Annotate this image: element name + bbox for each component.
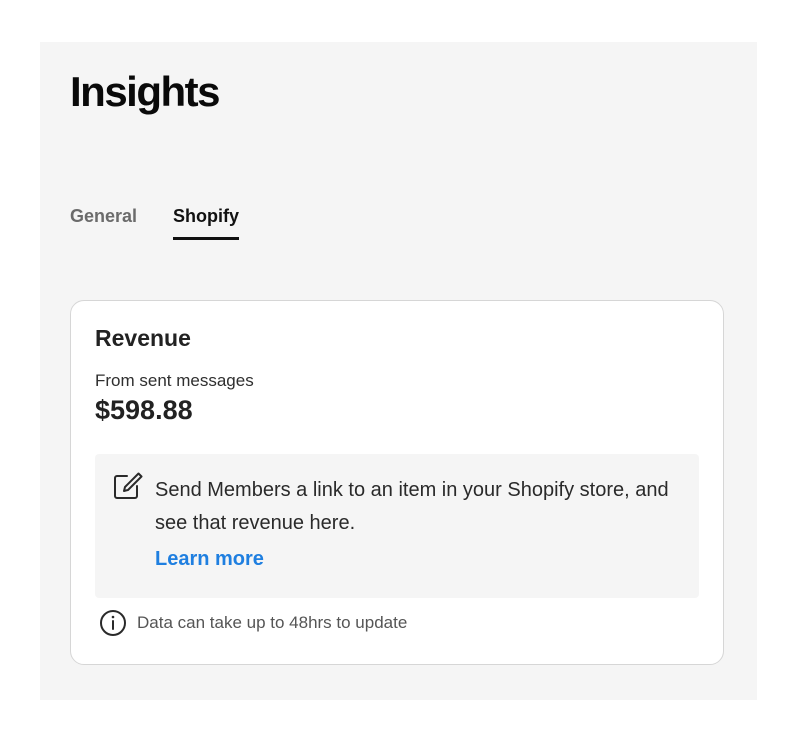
footnote-text: Data can take up to 48hrs to update <box>137 613 408 632</box>
revenue-subtitle: From sent messages <box>95 371 254 390</box>
revenue-card: Revenue From sent messages $598.88 Send … <box>70 300 724 665</box>
revenue-title: Revenue <box>95 325 191 351</box>
revenue-amount: $598.88 <box>95 395 193 425</box>
info-icon <box>99 609 127 637</box>
shopify-callout: Send Members a link to an item in your S… <box>95 454 699 598</box>
edit-icon <box>111 470 143 502</box>
tab-bar: General Shopify <box>70 202 275 242</box>
insights-panel: Insights General Shopify Revenue From se… <box>40 42 757 700</box>
update-footnote: Data can take up to 48hrs to update <box>99 609 407 637</box>
tab-shopify[interactable]: Shopify <box>173 202 240 240</box>
learn-more-link[interactable]: Learn more <box>155 548 264 571</box>
page-title: Insights <box>70 68 221 115</box>
tab-general[interactable]: General <box>70 202 137 240</box>
callout-text: Send Members a link to an item in your S… <box>155 479 669 534</box>
